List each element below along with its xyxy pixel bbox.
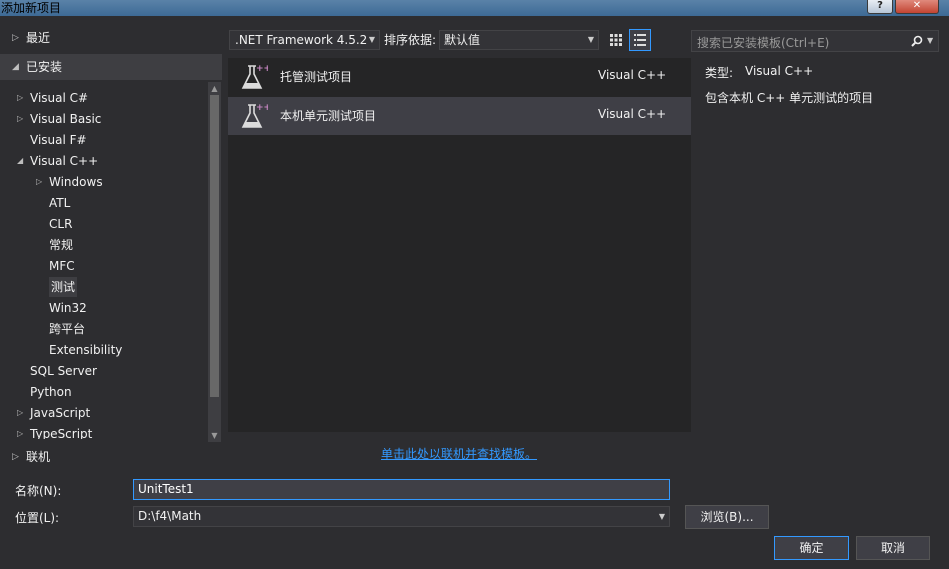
sort-dropdown[interactable]: 默认值 ▼: [439, 30, 599, 50]
title-bar: 添加新项目 ? ✕: [0, 0, 949, 16]
template-name: 本机单元测试项目: [280, 109, 377, 123]
dropdown-caret-icon: ▼: [368, 35, 375, 44]
template-item[interactable]: ++ 本机单元测试项目 Visual C++: [228, 97, 691, 135]
tree-item-label: SQL Server: [30, 364, 97, 378]
template-list: ++ 托管测试项目 Visual C++ ++ 本机单元测试项目 Visual C++: [228, 58, 691, 432]
scrollbar-thumb[interactable]: [210, 95, 219, 397]
installed-label: 已安装: [26, 60, 63, 74]
location-combobox[interactable]: D:\f4\Math ▼: [133, 506, 670, 527]
scroll-down-arrow-icon[interactable]: ▼: [208, 429, 221, 442]
scroll-up-arrow-icon[interactable]: ▲: [208, 82, 221, 95]
tree-item-label: 常规: [49, 238, 74, 252]
grid-view-icon[interactable]: [605, 29, 627, 51]
location-label: 位置(L):: [15, 511, 60, 525]
svg-text:++: ++: [256, 64, 268, 74]
type-value: Visual C++: [745, 64, 814, 78]
search-options-caret-icon[interactable]: ▼: [927, 31, 933, 51]
list-view-icon[interactable]: [629, 29, 651, 51]
template-item[interactable]: ++ 托管测试项目 Visual C++: [228, 58, 691, 96]
framework-dropdown[interactable]: .NET Framework 4.5.2 ▼: [229, 30, 380, 50]
expand-arrow-icon[interactable]: ▷: [12, 444, 19, 470]
search-icon[interactable]: [908, 31, 926, 51]
close-button[interactable]: ✕: [895, 0, 939, 14]
tree-item-label: ATL: [49, 196, 71, 210]
tree-item-label: 测试: [49, 277, 78, 297]
template-description: 包含本机 C++ 单元测试的项目: [705, 91, 874, 105]
search-placeholder[interactable]: 搜索已安装模板(Ctrl+E): [697, 34, 829, 51]
expand-arrow-icon[interactable]: ▷: [17, 403, 23, 423]
expand-arrow-icon[interactable]: ▷: [36, 172, 42, 192]
tree-item-label: CLR: [49, 217, 73, 231]
collapse-arrow-icon[interactable]: ◢: [12, 54, 19, 80]
framework-value: .NET Framework 4.5.2: [235, 33, 368, 47]
online-label: 联机: [26, 450, 51, 464]
expand-arrow-icon[interactable]: ▷: [17, 424, 23, 439]
sort-value: 默认值: [444, 33, 481, 47]
dropdown-caret-icon[interactable]: ▼: [659, 507, 665, 526]
template-language: Visual C++: [598, 107, 667, 121]
expand-arrow-icon[interactable]: ▷: [17, 109, 23, 129]
dropdown-caret-icon: ▼: [587, 35, 594, 44]
online-node[interactable]: ▷ 联机: [0, 444, 222, 470]
tree-item-label: Extensibility: [49, 343, 123, 357]
location-value: D:\f4\Math: [138, 509, 202, 523]
name-input[interactable]: UnitTest1: [133, 479, 670, 500]
browse-button[interactable]: 浏览(B)...: [685, 505, 769, 529]
template-category-tree: ▷ Visual C# ▷ Visual Basic Visual F# ◢ Visual …: [0, 82, 208, 439]
find-online-templates-link[interactable]: 单击此处以联机并查找模板。: [381, 445, 537, 462]
window-title: 添加新项目: [1, 1, 62, 15]
tree-item-label: 跨平台: [49, 322, 86, 336]
tree-item-label: TypeScript: [30, 427, 93, 439]
collapse-arrow-icon[interactable]: ◢: [17, 151, 23, 171]
recent-node[interactable]: ▷ 最近: [0, 25, 222, 51]
type-label: 类型:: [705, 66, 734, 80]
tree-scrollbar[interactable]: ▲ ▼: [208, 82, 221, 442]
expand-arrow-icon[interactable]: ▷: [12, 25, 19, 51]
tree-item-label: Visual C++: [30, 154, 99, 168]
search-box[interactable]: 搜索已安装模板(Ctrl+E) ▼: [691, 30, 939, 52]
tree-item-label: Windows: [49, 175, 103, 189]
sort-label: 排序依据:: [384, 33, 437, 47]
tree-item-label: Win32: [49, 301, 87, 315]
tree-item-label: JavaScript: [30, 406, 91, 420]
svg-text:++: ++: [256, 103, 268, 113]
expand-arrow-icon[interactable]: ▷: [17, 88, 23, 108]
test-flask-icon: ++: [238, 62, 271, 92]
tree-item-label: Visual Basic: [30, 112, 102, 126]
recent-label: 最近: [26, 31, 51, 45]
cancel-button[interactable]: 取消: [856, 536, 930, 560]
test-flask-icon: ++: [238, 101, 271, 131]
template-language: Visual C++: [598, 68, 667, 82]
tree-item-label: Visual F#: [30, 133, 87, 147]
tree-item-label: MFC: [49, 259, 75, 273]
template-name: 托管测试项目: [280, 70, 353, 84]
installed-node[interactable]: ◢ 已安装: [0, 54, 222, 80]
help-button[interactable]: ?: [867, 0, 893, 14]
name-label: 名称(N):: [15, 484, 62, 498]
tree-item-label: Python: [30, 385, 72, 399]
ok-button[interactable]: 确定: [774, 536, 849, 560]
tree-item-label: Visual C#: [30, 91, 89, 105]
